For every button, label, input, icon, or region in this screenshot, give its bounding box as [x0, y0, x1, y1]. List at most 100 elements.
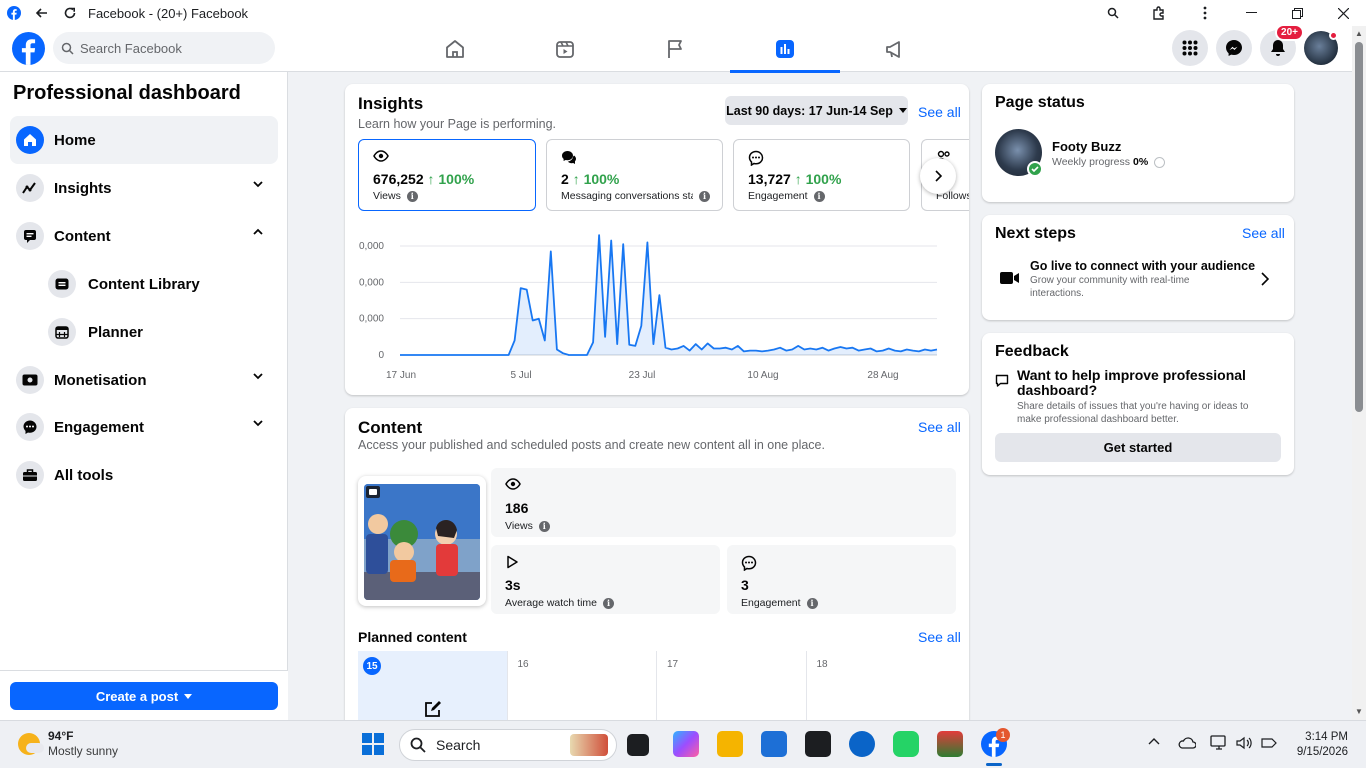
monetisation-icon — [16, 366, 44, 394]
file-explorer-icon[interactable] — [717, 731, 743, 757]
y-tick-label: 0 — [378, 350, 384, 361]
metric-card-views[interactable]: 676,252 ↑ 100% Views i — [358, 139, 536, 211]
battery-icon[interactable] — [1260, 736, 1278, 750]
calendar-day[interactable]: 15 — [358, 651, 508, 731]
calendar-day[interactable]: 16 — [508, 651, 657, 731]
chevron-down-icon — [253, 420, 263, 427]
weekly-progress-value: 0% — [1133, 156, 1149, 168]
sidebar-item-planner[interactable]: Planner — [48, 308, 278, 356]
planned-see-all-link[interactable]: See all — [918, 629, 961, 645]
info-icon[interactable]: i — [538, 520, 550, 532]
insights-subtitle: Learn how your Page is performing. — [358, 117, 557, 131]
compose-icon[interactable] — [423, 699, 443, 719]
sidebar-item-home[interactable]: Home — [10, 116, 278, 164]
x-tick-label: 10 Aug — [747, 370, 778, 381]
metric-change: ↑ 100% — [572, 171, 620, 187]
tab-video[interactable] — [510, 26, 620, 72]
home-icon — [16, 126, 44, 154]
extensions-icon[interactable] — [1136, 0, 1182, 26]
system-clock[interactable]: 3:14 PM 9/15/2026 — [1297, 730, 1348, 760]
engagement-icon — [741, 555, 757, 571]
facebook-logo-icon[interactable] — [12, 32, 45, 65]
more-menu-icon[interactable] — [1182, 0, 1228, 26]
sidebar-item-label: Monetisation — [54, 371, 147, 389]
scroll-up-icon[interactable]: ▲ — [1355, 30, 1363, 38]
insights-title: Insights — [358, 94, 424, 113]
sidebar-item-content-library[interactable]: Content Library — [48, 260, 278, 308]
engagement-icon — [16, 413, 44, 441]
chart-area — [400, 235, 937, 355]
calendar-day[interactable]: 17 — [657, 651, 807, 731]
info-icon[interactable]: i — [603, 597, 615, 609]
next-step-go-live[interactable]: Go live to connect with your audience Gr… — [995, 258, 1285, 304]
taskbar-search[interactable]: Search — [399, 729, 617, 761]
sidebar-item-insights[interactable]: Insights — [10, 164, 278, 212]
menu-button[interactable] — [1172, 30, 1208, 66]
whatsapp-icon[interactable] — [893, 731, 919, 757]
tab-pages[interactable] — [620, 26, 730, 72]
metric-card-engagement[interactable]: 13,727 ↑ 100% Engagement i — [733, 139, 910, 211]
snipping-tool-icon[interactable] — [805, 731, 831, 757]
post-thumbnail[interactable] — [358, 476, 486, 606]
store-bag-icon[interactable] — [937, 731, 963, 757]
search-input[interactable]: Search Facebook — [53, 32, 275, 64]
info-icon[interactable]: i — [806, 597, 818, 609]
create-post-button[interactable]: Create a post — [10, 682, 278, 710]
engagement-icon — [748, 150, 764, 166]
minimize-icon[interactable] — [1228, 0, 1274, 26]
chevron-down-icon — [253, 373, 263, 380]
messenger-button[interactable] — [1216, 30, 1252, 66]
page-name[interactable]: Footy Buzz — [1052, 139, 1121, 154]
back-icon[interactable] — [28, 0, 56, 26]
content-see-all-link[interactable]: See all — [918, 419, 961, 435]
outlook-icon[interactable] — [849, 731, 875, 757]
scroll-down-icon[interactable]: ▼ — [1355, 708, 1363, 716]
network-icon[interactable] — [1210, 735, 1228, 751]
chevron-up-icon[interactable] — [1148, 737, 1160, 745]
megaphone-icon — [886, 41, 900, 58]
page-scrollbar[interactable]: ▲ ▼ — [1352, 26, 1366, 720]
stat-label: Engagement — [741, 597, 801, 609]
date-range-dropdown[interactable]: Last 90 days: 17 Jun-14 Sep — [725, 96, 908, 125]
close-icon[interactable] — [1320, 0, 1366, 26]
zoom-icon[interactable] — [1090, 0, 1136, 26]
y-tick-label: 0,000 — [359, 241, 384, 252]
stat-value: 186 — [505, 500, 529, 516]
profile-avatar[interactable] — [1304, 31, 1338, 65]
metric-value: 2 — [561, 171, 569, 187]
facebook-header: Search Facebook 20+ — [0, 24, 1352, 73]
sidebar-item-label: Content — [54, 227, 111, 245]
restore-icon[interactable] — [1274, 0, 1320, 26]
metrics-next-button[interactable] — [920, 158, 956, 194]
info-icon[interactable]: i — [699, 190, 710, 202]
tab-home[interactable] — [400, 26, 510, 72]
sidebar-title: Professional dashboard — [13, 82, 241, 104]
tab-dashboard[interactable] — [730, 26, 840, 73]
reload-icon[interactable] — [56, 0, 84, 26]
info-icon[interactable]: i — [813, 190, 825, 202]
insights-see-all-link[interactable]: See all — [918, 104, 961, 120]
sidebar-item-engagement[interactable]: Engagement — [10, 403, 278, 451]
task-view-icon[interactable] — [627, 734, 649, 756]
scrollbar-thumb[interactable] — [1355, 42, 1363, 412]
notifications-button[interactable]: 20+ — [1260, 24, 1304, 66]
tab-ads[interactable] — [840, 26, 950, 72]
info-icon[interactable]: i — [406, 190, 418, 202]
microsoft-365-icon[interactable] — [673, 731, 699, 757]
onedrive-icon[interactable] — [1178, 737, 1196, 749]
next-steps-see-all-link[interactable]: See all — [1242, 225, 1285, 241]
weather-widget[interactable]: 94°F Mostly sunny — [18, 729, 118, 759]
next-steps-title: Next steps — [995, 225, 1076, 242]
calendar-day[interactable]: 18 — [807, 651, 957, 731]
stat-value: 3 — [741, 577, 749, 593]
sidebar-item-content[interactable]: Content — [10, 212, 278, 260]
sidebar-item-all-tools[interactable]: All tools — [10, 451, 278, 499]
volume-icon[interactable] — [1236, 736, 1252, 750]
microsoft-store-icon[interactable] — [761, 731, 787, 757]
sidebar-item-monetisation[interactable]: Monetisation — [10, 356, 278, 404]
page-status-card: Page status Footy Buzz Weekly progress 0… — [982, 84, 1294, 202]
get-started-button[interactable]: Get started — [995, 433, 1281, 462]
windows-start-icon[interactable] — [362, 733, 384, 755]
video-icon — [556, 41, 574, 58]
metric-card-messaging[interactable]: 2 ↑ 100% Messaging conversations sta i — [546, 139, 723, 211]
